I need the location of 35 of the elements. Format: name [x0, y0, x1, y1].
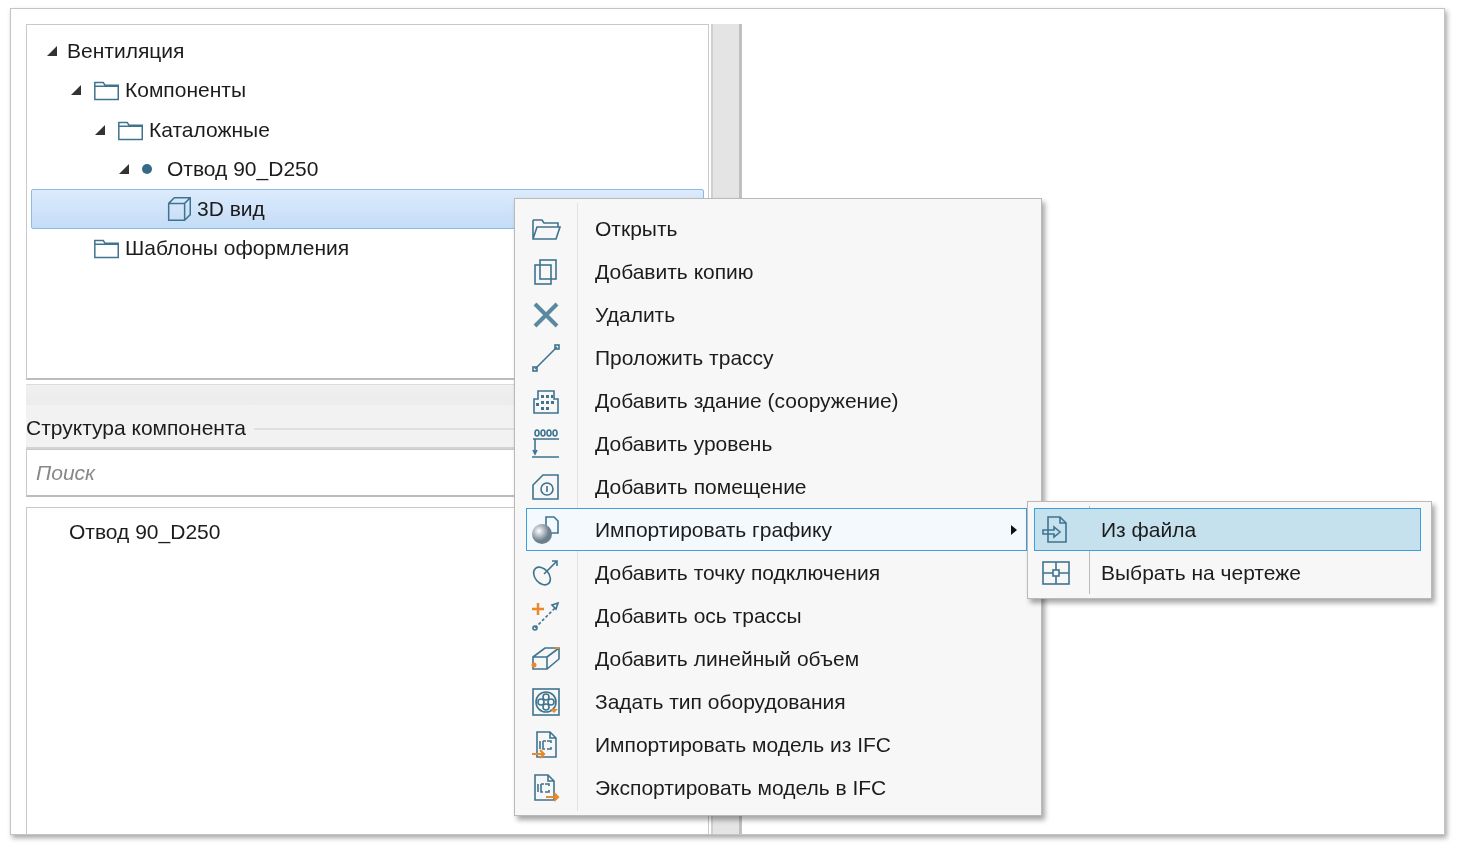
menu-item[interactable]: Экспортировать модель в IFC [526, 766, 1027, 809]
submenu-arrow-icon [1010, 524, 1018, 536]
menu-item[interactable]: Выбрать на чертеже [1034, 551, 1421, 594]
tree-item-label: 3D вид [197, 196, 265, 221]
section-title: Структура компонента [26, 416, 246, 440]
menu-item[interactable]: Проложить трассу [526, 336, 1027, 379]
menu-item[interactable]: Импортировать модель из IFC [526, 723, 1027, 766]
menu-item[interactable]: Удалить [526, 293, 1027, 336]
tree-item-label: Каталожные [149, 117, 270, 142]
tree-item-label: Шаблоны оформления [125, 236, 350, 261]
expanded-triangle-icon[interactable] [118, 163, 130, 176]
expanded-triangle-icon[interactable] [46, 44, 58, 57]
tree-row[interactable]: Каталожные [31, 110, 704, 150]
menu-item[interactable]: Из файла [1034, 508, 1421, 551]
equipment-icon [530, 685, 562, 718]
menu-item[interactable]: Добавить здание (сооружение) [526, 379, 1027, 422]
tree-item-label: Отвод 90_D250 [167, 157, 319, 182]
menu-item[interactable]: Импортировать графику [526, 508, 1027, 551]
menu-item[interactable]: Добавить точку подключения [526, 551, 1027, 594]
expanded-triangle-icon[interactable] [70, 84, 82, 97]
expanded-triangle-icon[interactable] [94, 123, 106, 136]
level-icon [530, 427, 562, 460]
menu-item[interactable]: Добавить копию [526, 250, 1027, 293]
tree-item-label: Компоненты [125, 78, 246, 103]
menu-item[interactable]: Добавить ось трассы [526, 594, 1027, 637]
axis-icon [530, 599, 562, 632]
tree-row[interactable]: Отвод 90_D250 [31, 149, 704, 189]
menu-item[interactable]: Задать тип оборудования [526, 680, 1027, 723]
bullet-icon [142, 164, 152, 175]
sphere-icon [530, 513, 562, 546]
tree-row[interactable]: Компоненты [31, 70, 704, 110]
line-icon [530, 341, 562, 374]
tree-item-label: Вентиляция [67, 38, 185, 63]
tree-row[interactable]: Вентиляция [31, 31, 704, 71]
menu-item[interactable]: Добавить линейный объем [526, 637, 1027, 680]
